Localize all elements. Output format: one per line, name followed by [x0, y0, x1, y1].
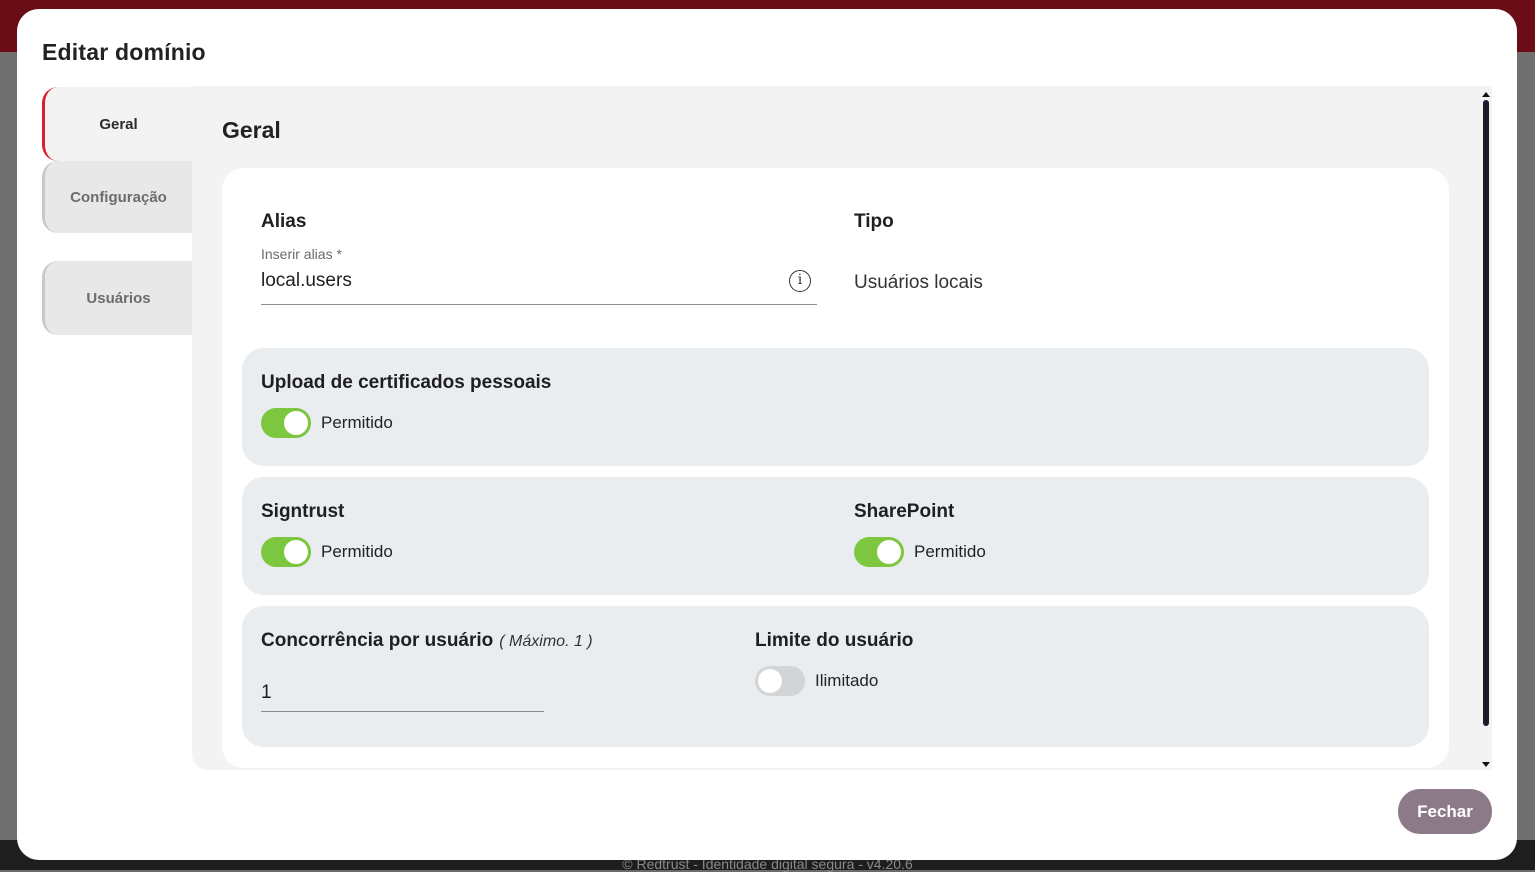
concurrency-label-text: Concorrência por usuário	[261, 630, 494, 651]
toggle-knob	[284, 411, 308, 435]
vertical-scrollbar[interactable]	[1480, 92, 1492, 770]
upload-certificates-section: Upload de certificados pessoais Permitid…	[242, 348, 1429, 466]
toggle-knob	[284, 540, 308, 564]
close-button[interactable]: Fechar	[1398, 789, 1492, 834]
toggle-label: Permitido	[914, 542, 986, 561]
user-limit-toggle[interactable]: Ilimitado	[755, 666, 878, 696]
toggle-label: Ilimitado	[815, 671, 879, 690]
toggle-switch[interactable]	[755, 666, 805, 696]
section-title: Geral	[222, 117, 281, 143]
tab-label: Geral	[99, 115, 138, 133]
edit-domain-dialog: Editar domínio Geral Configuração Usuári…	[17, 9, 1517, 860]
signtrust-label: Signtrust	[261, 501, 345, 522]
tab-label: Usuários	[86, 289, 151, 307]
alias-field[interactable]: Inserir alias * i	[261, 246, 817, 305]
toggle-knob	[758, 669, 782, 693]
dialog-title: Editar domínio	[42, 39, 206, 65]
concurrency-hint: ( Máximo. 1 )	[499, 633, 593, 650]
concurrency-input[interactable]	[261, 682, 531, 704]
tab-usuarios[interactable]: Usuários	[42, 261, 192, 335]
tipo-value: Usuários locais	[854, 272, 983, 293]
sharepoint-label: SharePoint	[854, 501, 955, 522]
alias-label: Alias	[261, 211, 307, 232]
toggle-label: Permitido	[321, 413, 393, 432]
alias-placeholder: Inserir alias *	[261, 246, 342, 262]
toggle-switch[interactable]	[261, 408, 311, 438]
tipo-label: Tipo	[854, 211, 894, 232]
integrations-section: Signtrust Permitido SharePoint Permitido	[242, 477, 1429, 595]
toggle-switch[interactable]	[261, 537, 311, 567]
toggle-knob	[877, 540, 901, 564]
signtrust-toggle[interactable]: Permitido	[261, 537, 393, 567]
alias-input[interactable]	[261, 270, 761, 292]
tab-label: Configuração	[70, 188, 167, 206]
scroll-down-arrow-icon[interactable]	[1482, 762, 1490, 767]
limits-section: Concorrência por usuário ( Máximo. 1 ) Li…	[242, 606, 1429, 747]
general-settings-card: Alias Inserir alias * i Tipo Usuários lo…	[222, 168, 1449, 768]
toggle-switch[interactable]	[854, 537, 904, 567]
concurrency-field[interactable]	[261, 674, 544, 712]
content-panel: Geral Alias Inserir alias * i Tipo Usuár…	[192, 86, 1492, 770]
info-icon[interactable]: i	[789, 270, 811, 292]
upload-certificates-label: Upload de certificados pessoais	[261, 372, 552, 393]
scroll-up-arrow-icon[interactable]	[1482, 92, 1490, 97]
tab-geral[interactable]: Geral	[42, 87, 192, 161]
scrollbar-thumb[interactable]	[1483, 100, 1489, 726]
user-limit-label: Limite do usuário	[755, 630, 914, 651]
upload-certificates-toggle[interactable]: Permitido	[261, 408, 393, 438]
toggle-label: Permitido	[321, 542, 393, 561]
concurrency-label: Concorrência por usuário ( Máximo. 1 )	[261, 630, 593, 652]
tab-configuracao[interactable]: Configuração	[42, 161, 192, 233]
sharepoint-toggle[interactable]: Permitido	[854, 537, 986, 567]
